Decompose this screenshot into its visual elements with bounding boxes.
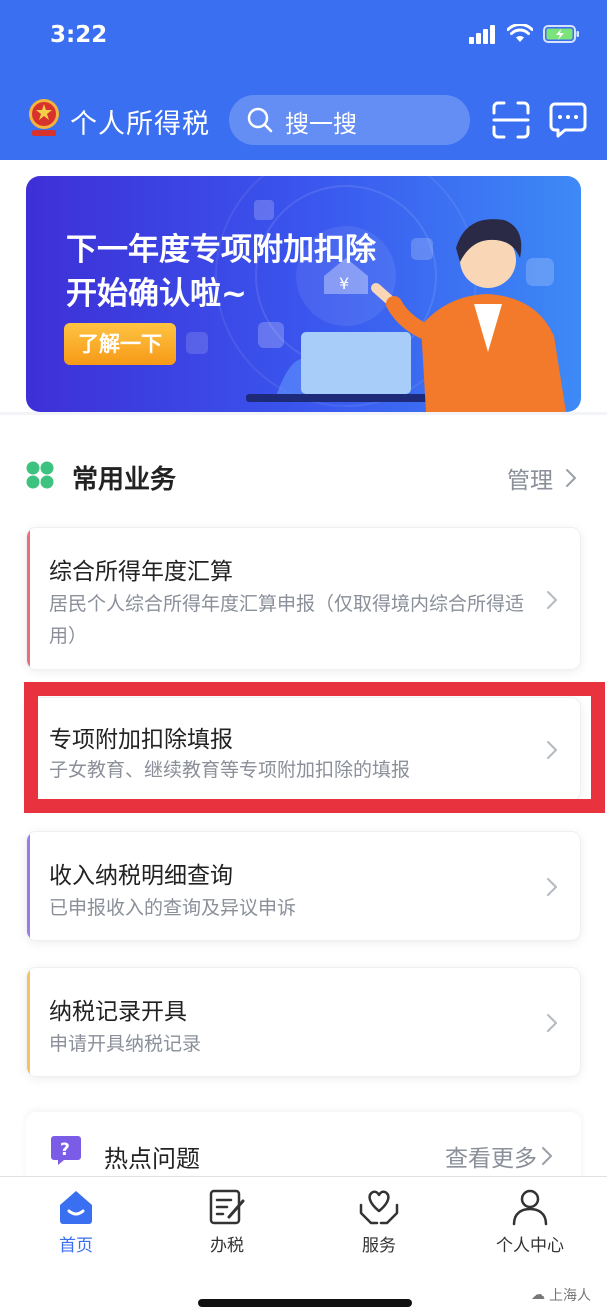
section-title: 常用业务 — [72, 465, 177, 495]
grid-clover-icon — [26, 461, 54, 489]
svg-text:¥: ¥ — [339, 274, 349, 293]
home-indicator — [198, 1299, 412, 1307]
card-title: 收入纳税明细查询 — [49, 863, 233, 889]
message-icon[interactable] — [549, 101, 587, 139]
card-title: 综合所得年度汇算 — [49, 559, 233, 585]
chevron-right-icon — [566, 469, 576, 487]
svg-text:?: ? — [60, 1140, 70, 1160]
question-bubble-icon: ? — [51, 1136, 81, 1165]
banner-section: ¥ 下一年度专项附加扣除 开始确认啦~ 了解一下 — [0, 160, 607, 412]
search-icon — [247, 107, 273, 133]
tab-services[interactable]: 服务 — [319, 1187, 439, 1256]
tab-tax-handling[interactable]: 办税 — [167, 1187, 287, 1256]
card-description: 居民个人综合所得年度汇算申报（仅取得境内综合所得适用） — [49, 593, 525, 647]
battery-charging-icon — [543, 25, 579, 43]
promo-banner[interactable]: ¥ 下一年度专项附加扣除 开始确认啦~ 了解一下 — [26, 176, 581, 412]
home-icon — [60, 1191, 92, 1224]
learn-more-button[interactable]: 了解一下 — [64, 323, 176, 365]
chevron-right-icon — [542, 1147, 552, 1165]
manage-label: 管理 — [507, 468, 553, 494]
main-content: ¥ 下一年度专项附加扣除 开始确认啦~ 了解一下 常用业务 管理 综合所得年度汇… — [0, 160, 607, 1176]
status-icons — [469, 24, 581, 44]
watermark: ☁ 上海人 — [531, 1285, 591, 1305]
highlight-annotation-box — [24, 682, 605, 813]
tab-home[interactable]: 首页 — [16, 1187, 136, 1256]
search-placeholder: 搜一搜 — [285, 110, 357, 138]
chevron-right-icon — [547, 1014, 557, 1032]
tab-label: 服务 — [362, 1236, 396, 1256]
bottom-tab-bar: 首页 办税 服务 个人中心 ☁ 上海人 — [0, 1176, 607, 1316]
card-title: 纳税记录开具 — [49, 999, 187, 1025]
status-time: 3:22 — [50, 22, 108, 48]
card-description: 已申报收入的查询及异议申诉 — [49, 897, 297, 919]
card-tax-record[interactable]: 纳税记录开具 申请开具纳税记录 — [26, 967, 581, 1077]
manage-link[interactable]: 管理 — [507, 461, 577, 495]
tab-personal-center[interactable]: 个人中心 — [470, 1187, 590, 1256]
banner-title-line2: 开始确认啦~ — [66, 276, 247, 312]
hot-questions-bar[interactable]: ? 热点问题 查看更多 — [26, 1112, 581, 1176]
card-description: 申请开具纳税记录 — [49, 1033, 202, 1055]
chevron-right-icon — [547, 591, 557, 609]
view-more-link[interactable]: 查看更多 — [445, 1139, 553, 1173]
search-input[interactable]: 搜一搜 — [229, 95, 470, 145]
card-annual-settlement[interactable]: 综合所得年度汇算 居民个人综合所得年度汇算申报（仅取得境内综合所得适用） — [26, 527, 581, 670]
app-header: 3:22 个人所得税 搜一搜 — [0, 0, 607, 160]
wifi-icon — [507, 24, 533, 42]
tab-label: 个人中心 — [496, 1236, 564, 1256]
card-accent — [27, 528, 30, 669]
scan-icon[interactable] — [492, 101, 530, 139]
card-income-details[interactable]: 收入纳税明细查询 已申报收入的查询及异议申诉 — [26, 831, 581, 941]
person-icon — [512, 1189, 548, 1226]
tab-label: 首页 — [59, 1236, 93, 1256]
card-accent — [27, 832, 30, 940]
watermark-text: 上海人 — [549, 1288, 591, 1304]
banner-title-line1: 下一年度专项附加扣除 — [66, 232, 376, 268]
wechat-icon: ☁ — [531, 1287, 545, 1303]
edit-document-icon — [209, 1189, 245, 1225]
card-accent — [27, 968, 30, 1076]
tab-label: 办税 — [210, 1236, 244, 1256]
hot-questions-title: 热点问题 — [104, 1145, 200, 1173]
tax-emblem-logo — [29, 99, 59, 136]
chevron-right-icon — [547, 878, 557, 896]
signal-icon — [469, 25, 495, 44]
view-more-label: 查看更多 — [445, 1146, 537, 1172]
app-title: 个人所得税 — [70, 109, 210, 140]
heart-hands-icon — [359, 1190, 399, 1225]
